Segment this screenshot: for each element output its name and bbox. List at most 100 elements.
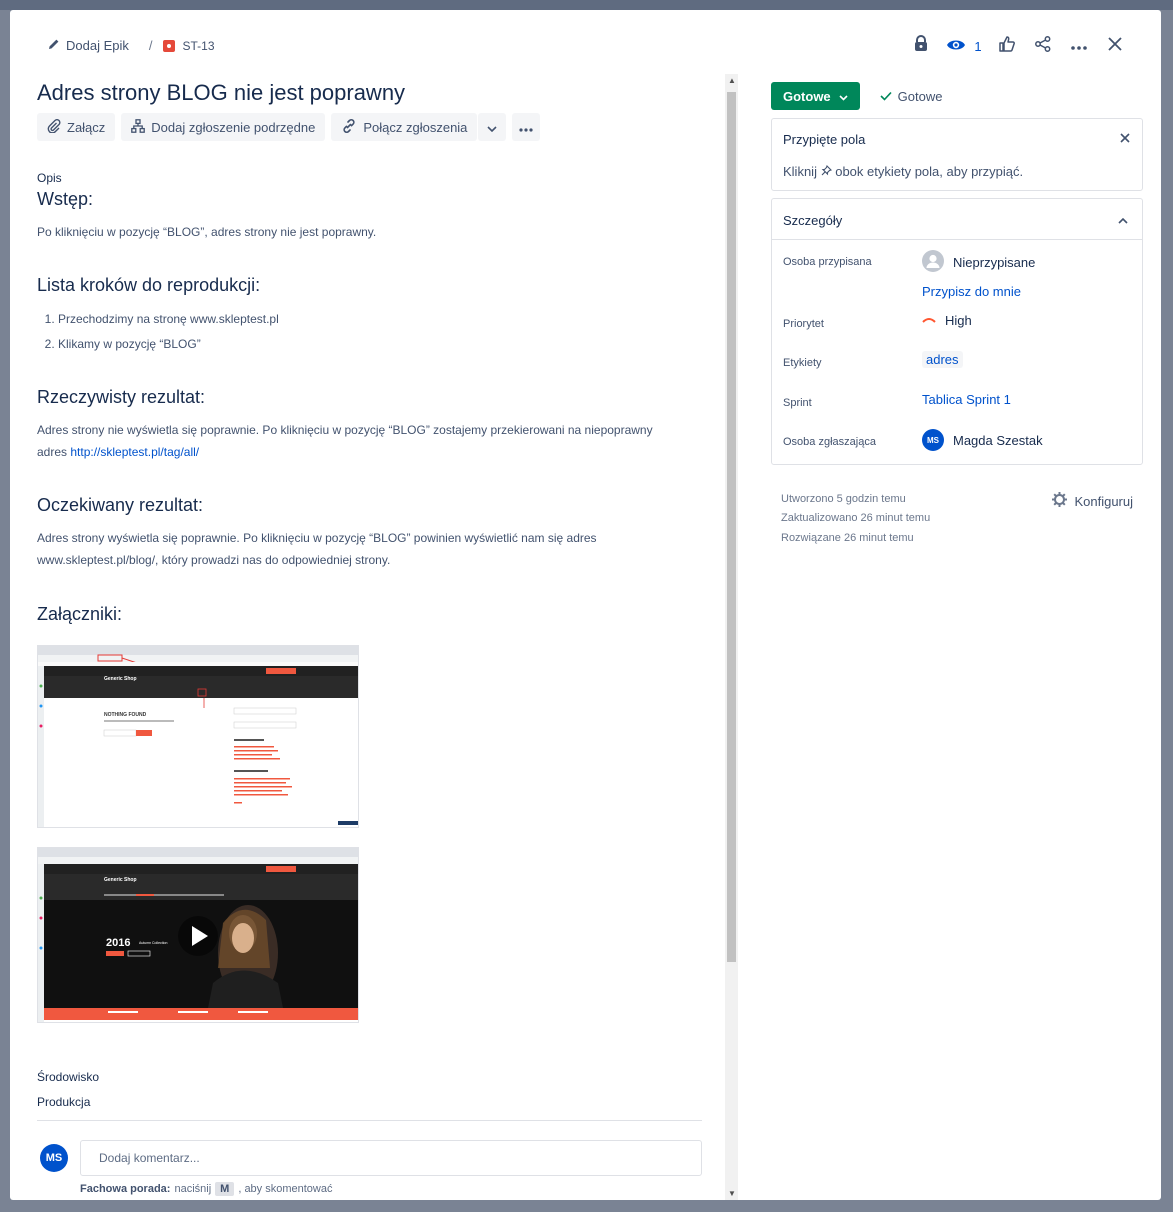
attachment-thumbnail-2[interactable]: Generic Shop 2016 Autumn Collection	[37, 847, 359, 1023]
status-button[interactable]: Gotowe	[771, 82, 860, 110]
sprint-label: Sprint	[783, 397, 812, 409]
avatar: MS	[922, 429, 944, 451]
list-item: Klikamy w pozycję “BLOG”	[58, 332, 279, 357]
screenshot-image-1: Generic Shop NOTHING FOUND	[38, 646, 358, 827]
heading-intro: Wstęp:	[37, 189, 94, 209]
resolved-timestamp: Rozwiązane 26 minut temu	[781, 532, 914, 544]
share-button[interactable]	[1025, 34, 1061, 58]
paragraph-actual: Adres strony nie wyświetla się poprawnie…	[37, 419, 687, 463]
more-icon	[519, 120, 534, 135]
watch-count: 1	[974, 38, 982, 54]
close-icon	[1120, 130, 1130, 146]
pencil-icon	[48, 38, 60, 53]
details-panel: Szczegóły Osoba przypisana Nieprzypisane…	[771, 198, 1143, 465]
shop-name-text: Generic Shop	[104, 676, 137, 682]
bug-icon	[162, 39, 175, 52]
list-item: Przechodzimy na stronę www.skleptest.pl	[58, 307, 279, 332]
tip-pre: naciśnij	[174, 1183, 212, 1195]
issue-title[interactable]: Adres strony BLOG nie jest poprawny	[37, 80, 405, 106]
heading-actual: Rzeczywisty rezultat:	[37, 387, 206, 407]
hierarchy-icon	[131, 118, 146, 136]
eye-icon	[946, 38, 966, 55]
pinned-hint: Kliknij obok etykiety pola, aby przypiąć…	[783, 164, 1023, 179]
main-scrollbar[interactable]: ▲ ▼	[725, 74, 738, 1200]
actual-text-1: Adres strony nie wyświetla się poprawnie…	[37, 423, 653, 437]
chevron-up-icon	[1118, 211, 1128, 229]
add-epic-label: Dodaj Epik	[66, 38, 129, 53]
issue-key-link[interactable]: ST-13	[162, 38, 215, 53]
link-issue-button[interactable]: Połącz zgłoszenia	[331, 113, 478, 141]
resolution-label: Gotowe	[897, 88, 943, 104]
avatar: MS	[40, 1144, 68, 1172]
tip-bold: Fachowa porada:	[80, 1183, 171, 1195]
comment-placeholder: Dodaj komentarz...	[99, 1151, 200, 1165]
priority-high-icon	[922, 313, 936, 328]
environment-value[interactable]: Produkcja	[37, 1095, 90, 1109]
gear-icon	[1051, 491, 1068, 511]
watch-button[interactable]: 1	[939, 34, 989, 58]
issue-main: Adres strony BLOG nie jest poprawny Załą…	[10, 74, 723, 1200]
configure-button[interactable]: Konfiguruj	[1051, 491, 1133, 511]
priority-field[interactable]: High	[922, 313, 972, 328]
thumbs-up-icon	[999, 35, 1015, 57]
close-button[interactable]	[1097, 34, 1133, 58]
lock-button[interactable]	[903, 34, 939, 58]
screenshot-image-2: Generic Shop 2016 Autumn Collection	[38, 848, 358, 1022]
scroll-up-icon[interactable]: ▲	[728, 76, 736, 85]
more-actions-button[interactable]	[512, 113, 541, 141]
attachment-thumbnail-1[interactable]: Generic Shop NOTHING FOUND	[37, 645, 359, 828]
priority-label: Priorytet	[783, 318, 824, 330]
nothing-found-text: NOTHING FOUND	[104, 712, 147, 718]
sprint-link[interactable]: Tablica Sprint 1	[922, 392, 1011, 407]
issue-key: ST-13	[182, 38, 215, 53]
assignee-field[interactable]: Nieprzypisane	[922, 250, 1035, 275]
assign-to-me-link[interactable]: Przypisz do mnie	[922, 284, 1021, 299]
add-child-issue-button[interactable]: Dodaj zgłoszenie podrzędne	[121, 113, 326, 141]
scroll-down-icon[interactable]: ▼	[728, 1189, 736, 1198]
link-icon	[341, 118, 357, 137]
pinned-hint-post: obok etykiety pola, aby przypiąć.	[835, 164, 1024, 179]
paperclip-icon	[47, 118, 61, 136]
breadcrumb-separator: /	[148, 38, 153, 53]
more-button[interactable]	[1061, 34, 1097, 58]
chevron-down-icon	[839, 89, 848, 104]
reporter-value: Magda Szestak	[953, 432, 1043, 448]
description-label: Opis	[37, 171, 62, 185]
details-header[interactable]: Szczegóły	[772, 199, 1142, 240]
reporter-field[interactable]: MS Magda Szestak	[922, 429, 1043, 451]
pin-icon	[821, 164, 836, 179]
actual-url-link[interactable]: http://skleptest.pl/tag/all/	[70, 445, 199, 459]
add-epic-link[interactable]: Dodaj Epik	[48, 38, 129, 53]
attach-button[interactable]: Załącz	[37, 113, 116, 141]
heading-expected: Oczekiwany rezultat:	[37, 495, 204, 515]
steps-list: Przechodzimy na stronę www.skleptest.pl …	[58, 307, 279, 357]
resolution: Gotowe	[880, 88, 943, 104]
backdrop	[0, 0, 1173, 10]
hero-caption-text: Autumn Collection	[139, 941, 167, 945]
issue-toolbar: Załącz Dodaj zgłoszenie podrzędne Połącz…	[37, 113, 541, 141]
labels-label: Etykiety	[783, 357, 822, 369]
labels-field[interactable]: adres	[922, 351, 963, 368]
actual-text-2: adres	[37, 445, 68, 459]
header-actions: 1	[903, 34, 1133, 58]
issue-modal: Dodaj Epik / ST-13 1 Adres strony BLOG n…	[10, 10, 1161, 1200]
expected-text-1: Adres strony wyświetla się poprawnie. Po…	[37, 531, 597, 545]
tip-post: , aby skomentować	[238, 1183, 333, 1195]
modal-header: Dodaj Epik / ST-13 1	[10, 10, 1161, 74]
pinned-fields-panel: Przypięte pola Kliknij obok etykiety pol…	[771, 118, 1143, 191]
updated-timestamp: Zaktualizowano 26 minut temu	[781, 512, 931, 524]
close-pinned-button[interactable]	[1120, 130, 1130, 146]
scroll-thumb[interactable]	[727, 92, 736, 962]
like-button[interactable]	[989, 34, 1025, 58]
expected-text-2: www.skleptest.pl/blog/, który prowadzi n…	[37, 553, 391, 567]
tip-key: M	[215, 1182, 235, 1196]
link-issue-dropdown[interactable]	[478, 113, 507, 141]
lock-icon	[914, 35, 928, 57]
label-chip[interactable]: adres	[922, 351, 963, 368]
breadcrumb: Dodaj Epik / ST-13	[48, 38, 215, 53]
comment-input[interactable]: Dodaj komentarz...	[80, 1140, 702, 1176]
check-icon	[880, 89, 892, 104]
link-issue-group: Połącz zgłoszenia	[331, 113, 507, 141]
pinned-hint-pre: Kliknij	[783, 164, 817, 179]
heading-attachments: Załączniki:	[37, 604, 123, 624]
